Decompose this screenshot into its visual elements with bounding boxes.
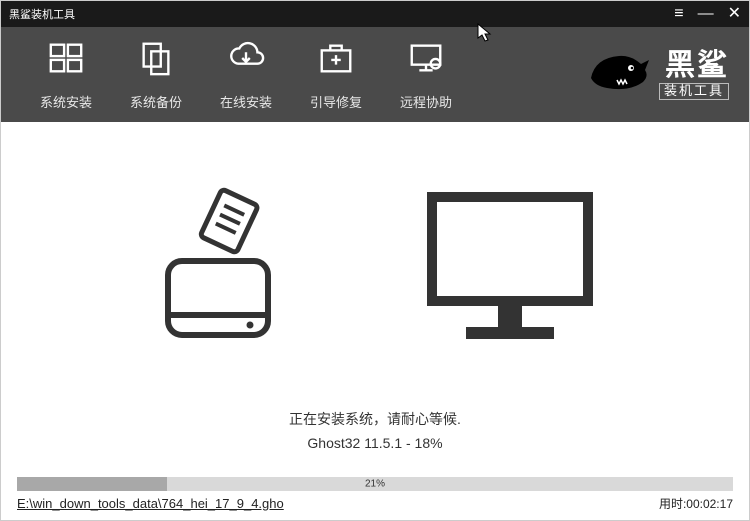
copy-icon — [137, 39, 175, 82]
status-message: 正在安装系统，请耐心等候. — [1, 409, 749, 429]
main-content: 正在安装系统，请耐心等候. Ghost32 11.5.1 - 18% 21% E… — [1, 122, 749, 520]
app-window: 黑鲨装机工具 ≡ — ✕ 系统安装 系统备份 — [0, 0, 750, 521]
status-text: 正在安装系统，请耐心等候. Ghost32 11.5.1 - 18% — [1, 403, 749, 477]
progress-bar: 21% — [1, 477, 749, 491]
cloud-download-icon — [227, 39, 265, 82]
toolbar-item-label: 在线安装 — [220, 92, 272, 111]
toolbar-item-system-backup[interactable]: 系统备份 — [111, 39, 201, 111]
toolbar-item-online-install[interactable]: 在线安装 — [201, 39, 291, 111]
medkit-icon — [317, 39, 355, 82]
progress-percent: 21% — [365, 479, 385, 490]
monitor-user-icon — [407, 39, 445, 82]
titlebar: 黑鲨装机工具 ≡ — ✕ — [1, 1, 749, 27]
minimize-button[interactable]: — — [698, 6, 714, 22]
elapsed-time: 用时:00:02:17 — [659, 495, 733, 512]
toolbar: 系统安装 系统备份 在线安装 — [1, 27, 749, 122]
elapsed-label: 用时: — [659, 497, 686, 511]
toolbar-item-system-install[interactable]: 系统安装 — [21, 39, 111, 111]
toolbar-item-remote-assist[interactable]: 远程协助 — [381, 39, 471, 111]
titlebar-controls: ≡ — ✕ — [674, 6, 741, 22]
brand-subtitle: 装机工具 — [659, 83, 729, 100]
toolbar-item-label: 引导修复 — [310, 92, 362, 111]
app-title: 黑鲨装机工具 — [9, 6, 674, 22]
shark-icon — [589, 48, 651, 101]
menu-button[interactable]: ≡ — [674, 6, 683, 22]
monitor-illustration — [420, 183, 600, 353]
brand-logo: 黑鲨 装机工具 — [589, 48, 729, 101]
toolbar-item-label: 远程协助 — [400, 92, 452, 111]
disk-doc-illustration — [150, 183, 290, 353]
toolbar-item-boot-repair[interactable]: 引导修复 — [291, 39, 381, 111]
toolbar-item-label: 系统备份 — [130, 92, 182, 111]
windows-icon — [47, 39, 85, 82]
brand-name: 黑鲨 — [665, 49, 729, 84]
toolbar-item-label: 系统安装 — [40, 92, 92, 111]
file-path-link[interactable]: E:\win_down_tools_data\764_hei_17_9_4.gh… — [17, 496, 284, 511]
close-button[interactable]: ✕ — [728, 6, 741, 22]
status-detail: Ghost32 11.5.1 - 18% — [1, 435, 749, 451]
elapsed-value: 00:02:17 — [686, 497, 733, 511]
